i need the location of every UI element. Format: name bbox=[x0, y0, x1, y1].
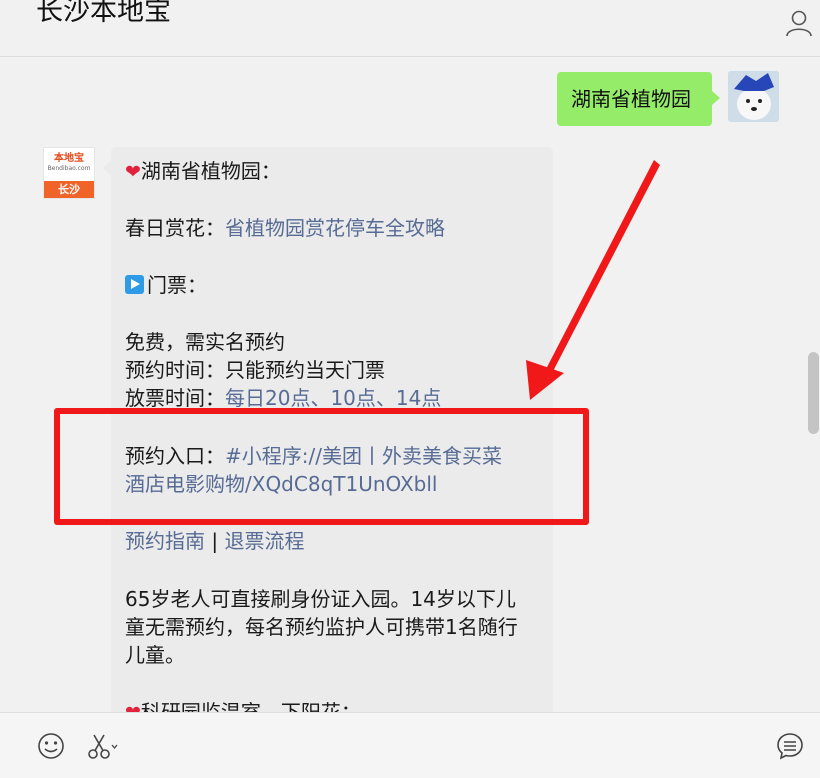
smiley-icon[interactable] bbox=[36, 731, 66, 761]
bot-message-bubble[interactable]: ❤湖南省植物园： 春日赏花：省植物园赏花停车全攻略 门票： 免费，需实名预约 预… bbox=[103, 147, 553, 712]
guide-link[interactable]: 预约指南 bbox=[125, 529, 205, 553]
spring-label: 春日赏花： bbox=[125, 216, 225, 240]
guide-line: 预约指南 | 退票流程 bbox=[125, 527, 304, 555]
input-toolbar bbox=[0, 712, 820, 778]
bot-avatar[interactable]: 本地宝 Bendibao.com 长沙 bbox=[43, 147, 95, 199]
logo-name: 本地宝 bbox=[54, 153, 84, 164]
logo-city: 长沙 bbox=[44, 181, 94, 198]
chat-title: 长沙本地宝 bbox=[36, 0, 171, 27]
ticket-heading: 门票： bbox=[147, 273, 207, 297]
entry-label: 预约入口： bbox=[125, 444, 225, 468]
play-button-icon bbox=[125, 275, 144, 294]
my-avatar[interactable] bbox=[728, 71, 779, 122]
release-link[interactable]: 每日20点、10点、14点 bbox=[225, 386, 441, 410]
my-message-bubble[interactable]: 湖南省植物园 bbox=[557, 72, 720, 126]
release-label: 放票时间： bbox=[125, 386, 225, 410]
free-line: 免费，需实名预约 bbox=[125, 330, 285, 354]
next-heading-line: ❤科研园监温室、下阳花： bbox=[125, 698, 361, 712]
person-icon[interactable] bbox=[784, 8, 814, 38]
release-line: 放票时间：每日20点、10点、14点 bbox=[125, 384, 441, 412]
miniprogram-link-cont[interactable]: 酒店电影购物/XQdC8qT1UnOXbll bbox=[125, 472, 438, 496]
scissors-icon[interactable] bbox=[86, 731, 120, 761]
reserve-time-line: 预约时间：只能预约当天门票 bbox=[125, 358, 385, 382]
entry-line: 预约入口：#小程序://美团丨外卖美食买菜 bbox=[125, 442, 502, 470]
spring-line: 春日赏花：省植物园赏花停车全攻略 bbox=[125, 214, 445, 242]
chat-history-icon[interactable] bbox=[775, 731, 805, 761]
separator: | bbox=[205, 529, 225, 553]
elder-line-2: 童无需预约，每名预约监护人可携带1名随行 bbox=[125, 615, 518, 639]
refund-link[interactable]: 退票流程 bbox=[224, 529, 304, 553]
heart-icon-2: ❤ bbox=[125, 702, 141, 712]
entry-line-2: 酒店电影购物/XQdC8qT1UnOXbll bbox=[125, 470, 438, 498]
elder-line-3: 儿童。 bbox=[125, 643, 185, 667]
chat-area[interactable]: 湖南省植物园 本地宝 Bendibao.com 长沙 ❤湖南省植物园： 春日赏花… bbox=[0, 57, 820, 712]
scrollbar[interactable] bbox=[808, 352, 819, 434]
ticket-heading-line: 门票： bbox=[125, 271, 207, 299]
spring-link[interactable]: 省植物园赏花停车全攻略 bbox=[225, 216, 445, 240]
miniprogram-link[interactable]: #小程序://美团丨外卖美食买菜 bbox=[225, 444, 502, 468]
heading-line: ❤湖南省植物园： bbox=[125, 157, 281, 186]
next-heading-text: 科研园监温室、下阳花： bbox=[140, 700, 361, 712]
heading-text: 湖南省植物园： bbox=[140, 159, 281, 183]
heart-icon: ❤ bbox=[125, 161, 141, 183]
bendibao-logo: 本地宝 Bendibao.com bbox=[44, 148, 94, 181]
elder-line-1: 65岁老人可直接刷身份证入园。14岁以下儿 bbox=[125, 587, 516, 611]
chat-header: 长沙本地宝 bbox=[0, 0, 820, 57]
logo-url: Bendibao.com bbox=[47, 165, 91, 172]
